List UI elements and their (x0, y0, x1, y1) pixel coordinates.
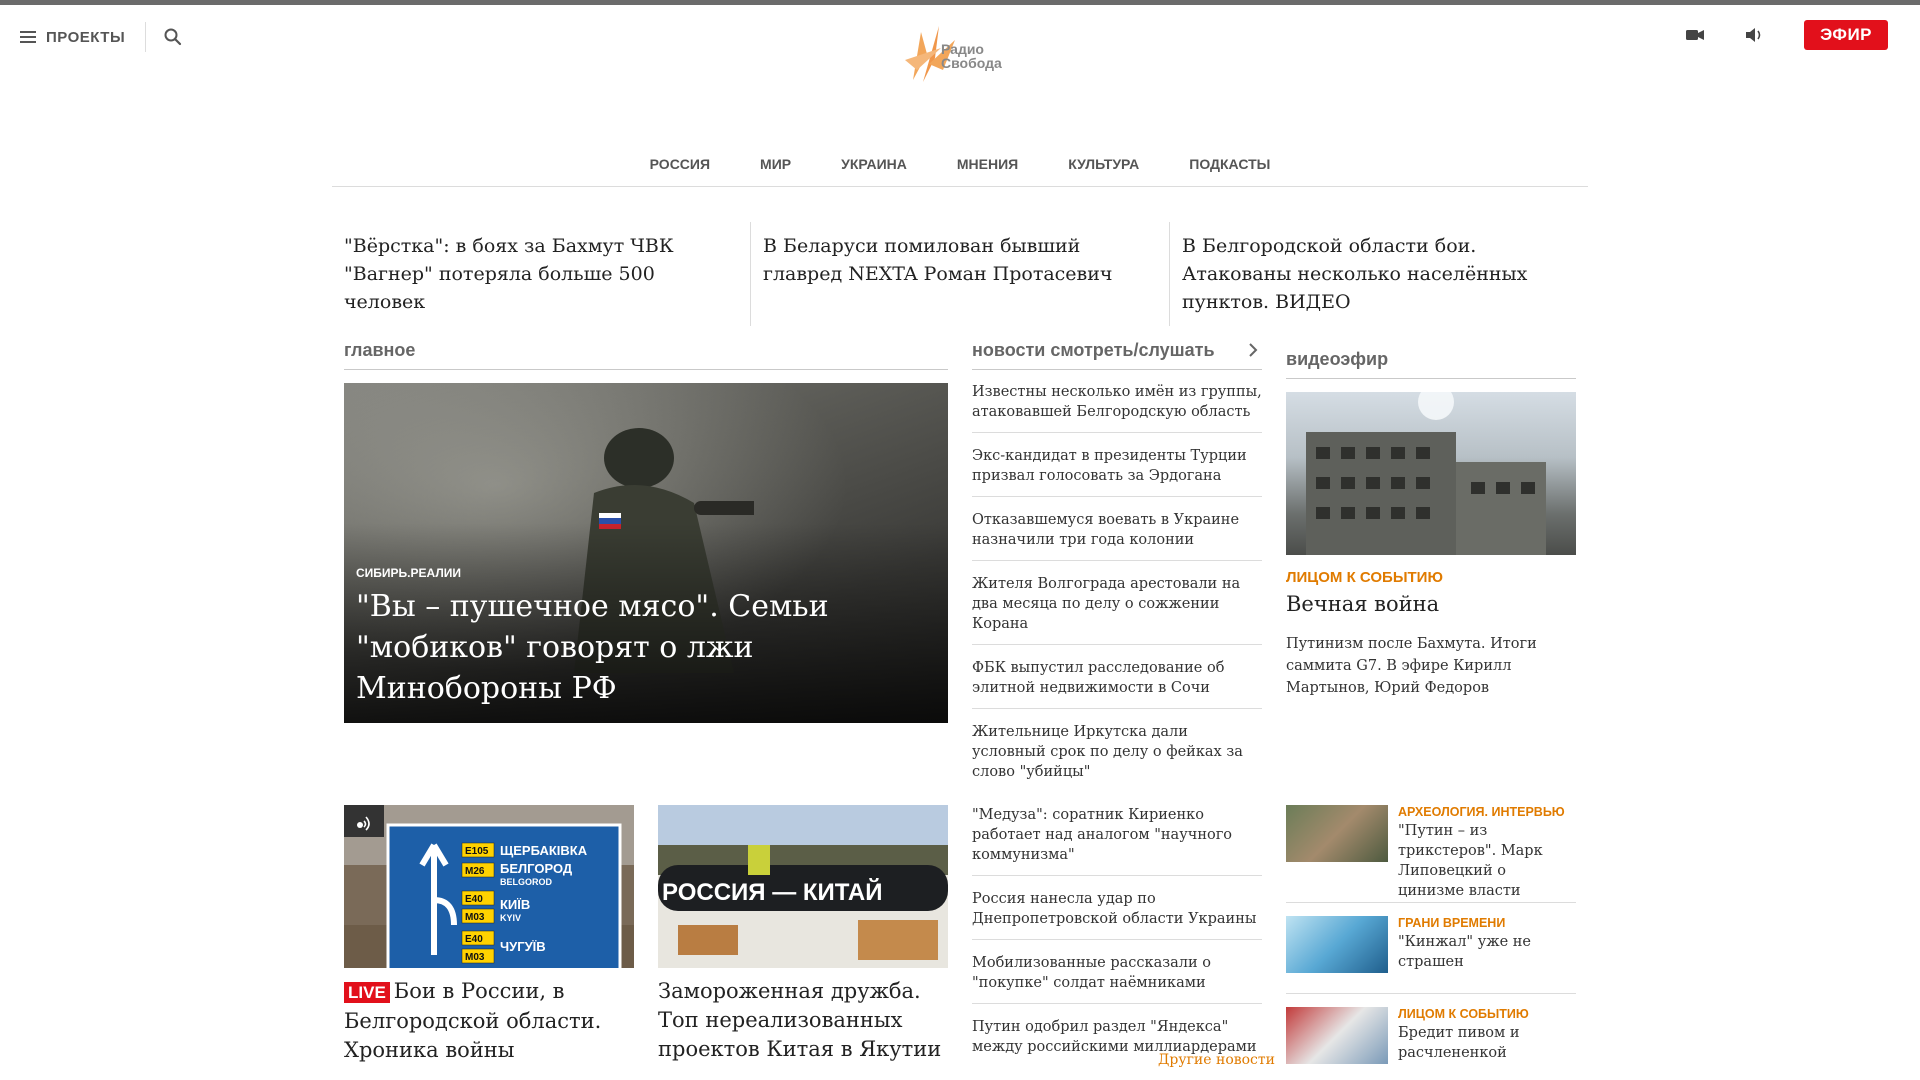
header-left: ПРОЕКТЫ (20, 22, 182, 52)
header-divider (145, 22, 147, 52)
divider (1286, 993, 1576, 994)
mini-article[interactable]: ГРАНИ ВРЕМЕНИ "Кинжал" уже не страшен (1286, 916, 1576, 973)
mini-thumbnail (1286, 805, 1388, 862)
sign-place: КИЇВ (500, 897, 530, 912)
sign-code: E105 (465, 846, 489, 857)
more-news-link[interactable]: Другие новости (1158, 1052, 1275, 1068)
video-kicker[interactable]: ЛИЦОМ К СОБЫТИЮ (1286, 569, 1443, 586)
section-heading-video: видеоэфир (1286, 349, 1576, 379)
nav-opinions[interactable]: МНЕНИЯ (957, 152, 1018, 186)
mini-kicker: ГРАНИ ВРЕМЕНИ (1398, 916, 1506, 930)
sign-code: M26 (465, 866, 485, 877)
pipeline-image: РОССИЯ — КИТАЙ (658, 805, 948, 968)
sign-code: E40 (465, 894, 483, 905)
main-nav: РОССИЯ МИР УКРАИНА МНЕНИЯ КУЛЬТУРА ПОДКА… (332, 152, 1588, 187)
mini-article[interactable]: ЛИЦОМ К СОБЫТИЮ Бредит пивом и расчленен… (1286, 1007, 1576, 1064)
list-item[interactable]: "Медуза": соратник Кириенко работает над… (972, 801, 1262, 876)
speaker-icon[interactable] (1744, 24, 1766, 46)
list-item[interactable]: Жителя Волгограда арестовали на два меся… (972, 570, 1262, 645)
divider (1286, 902, 1576, 903)
road-sign-image: E105 M26 E40 M03 E40 M03 ЩЕРБАКІВКА БЕЛГ… (344, 805, 634, 968)
list-item[interactable]: Экс-кандидат в президенты Турции призвал… (972, 442, 1262, 497)
top-headline[interactable]: "Вёрстка": в боях за Бахмут ЧВК "Вагнер"… (332, 222, 750, 326)
site-logo[interactable]: Радио Свобода (893, 20, 1028, 90)
hero-title[interactable]: "Вы – пушечное мясо". Семьи "мобиков" го… (356, 586, 916, 709)
list-item[interactable]: Мобилизованные рассказали о "покупке" со… (972, 949, 1262, 1004)
sign-code: M03 (465, 952, 485, 963)
card-image-pipeline[interactable]: РОССИЯ — КИТАЙ (658, 805, 948, 968)
hero-kicker[interactable]: СИБИРЬ.РЕАЛИИ (356, 566, 461, 580)
section-heading-news[interactable]: новости смотреть/слушать (972, 340, 1262, 370)
nav-ukraine[interactable]: УКРАИНА (841, 152, 907, 186)
pipe-text: РОССИЯ — КИТАЙ (662, 878, 883, 906)
section-heading-main: главное (344, 340, 948, 370)
video-camera-icon[interactable] (1684, 24, 1706, 46)
video-thumbnail[interactable] (1286, 392, 1576, 555)
card-image-road-sign[interactable]: E105 M26 E40 M03 E40 M03 ЩЕРБАКІВКА БЕЛГ… (344, 805, 634, 968)
mini-text: "Кинжал" уже не страшен (1398, 934, 1531, 970)
search-icon[interactable] (164, 28, 182, 46)
list-item[interactable]: ФБК выпустил расследование об элитной не… (972, 654, 1262, 709)
card-title-china-projects[interactable]: Замороженная дружба. Топ нереализованных… (658, 977, 948, 1064)
sign-place: ЧУГУЇВ (500, 939, 546, 954)
header-right: ЭФИР (1684, 20, 1888, 50)
video-description[interactable]: Путинизм после Бахмута. Итоги саммита G7… (1286, 633, 1576, 699)
sign-place: BELGOROD (500, 877, 553, 887)
nav-world[interactable]: МИР (760, 152, 791, 186)
top-headlines: "Вёрстка": в боях за Бахмут ЧВК "Вагнер"… (332, 222, 1588, 326)
top-headline[interactable]: В Белгородской области бои. Атакованы не… (1169, 222, 1588, 326)
list-item[interactable]: Отказавшемуся воевать в Украине назначил… (972, 506, 1262, 561)
sign-code: M03 (465, 912, 485, 923)
mini-kicker: АРХЕОЛОГИЯ. ИНТЕРВЬЮ (1398, 805, 1565, 819)
top-progress-line (0, 0, 1920, 5)
list-item[interactable]: Жительнице Иркутска дали условный срок п… (972, 718, 1262, 792)
sign-place: KYIV (500, 913, 521, 923)
ruined-building-image (1306, 392, 1546, 555)
card-title-war-chronicle[interactable]: LIVE Бои в России, в Белгородской области… (344, 977, 634, 1065)
audio-badge (344, 805, 384, 837)
nav-culture[interactable]: КУЛЬТУРА (1068, 152, 1139, 186)
mini-text: Бредит пивом и расчлененкой (1398, 1025, 1520, 1061)
video-title[interactable]: Вечная война (1286, 592, 1439, 616)
hero-article[interactable]: СИБИРЬ.РЕАЛИИ "Вы – пушечное мясо". Семь… (344, 383, 948, 723)
chevron-right-icon[interactable] (1248, 342, 1258, 358)
nav-russia[interactable]: РОССИЯ (650, 152, 710, 186)
sign-place: ЩЕРБАКІВКА (500, 843, 588, 858)
mini-text: "Путин – из трикстеров". Марк Липовецкий… (1398, 823, 1543, 899)
live-broadcast-button[interactable]: ЭФИР (1804, 20, 1888, 50)
audio-waves-icon (357, 816, 370, 831)
news-list-more: "Медуза": соратник Кириенко работает над… (972, 801, 1262, 1076)
logo-text-radio: Радио (941, 41, 984, 57)
sign-code: E40 (465, 934, 483, 945)
top-headline[interactable]: В Беларуси помилован бывший главред NEXT… (750, 222, 1169, 326)
menu-icon[interactable] (20, 31, 36, 43)
projects-button[interactable]: ПРОЕКТЫ (46, 29, 125, 46)
nav-podcasts[interactable]: ПОДКАСТЫ (1189, 152, 1270, 186)
logo-text-svoboda: Свобода (941, 55, 1002, 71)
mini-thumbnail (1286, 1007, 1388, 1064)
sign-place: БЕЛГОРОД (500, 861, 573, 876)
list-item[interactable]: Россия нанесла удар по Днепропетровской … (972, 885, 1262, 940)
list-item[interactable]: Известны несколько имён из группы, атако… (972, 378, 1262, 433)
live-badge: LIVE (344, 982, 390, 1003)
news-list: Известны несколько имён из группы, атако… (972, 378, 1262, 801)
mini-kicker: ЛИЦОМ К СОБЫТИЮ (1398, 1007, 1529, 1021)
mini-thumbnail (1286, 916, 1388, 973)
mini-article[interactable]: АРХЕОЛОГИЯ. ИНТЕРВЬЮ "Путин – из триксте… (1286, 805, 1576, 901)
